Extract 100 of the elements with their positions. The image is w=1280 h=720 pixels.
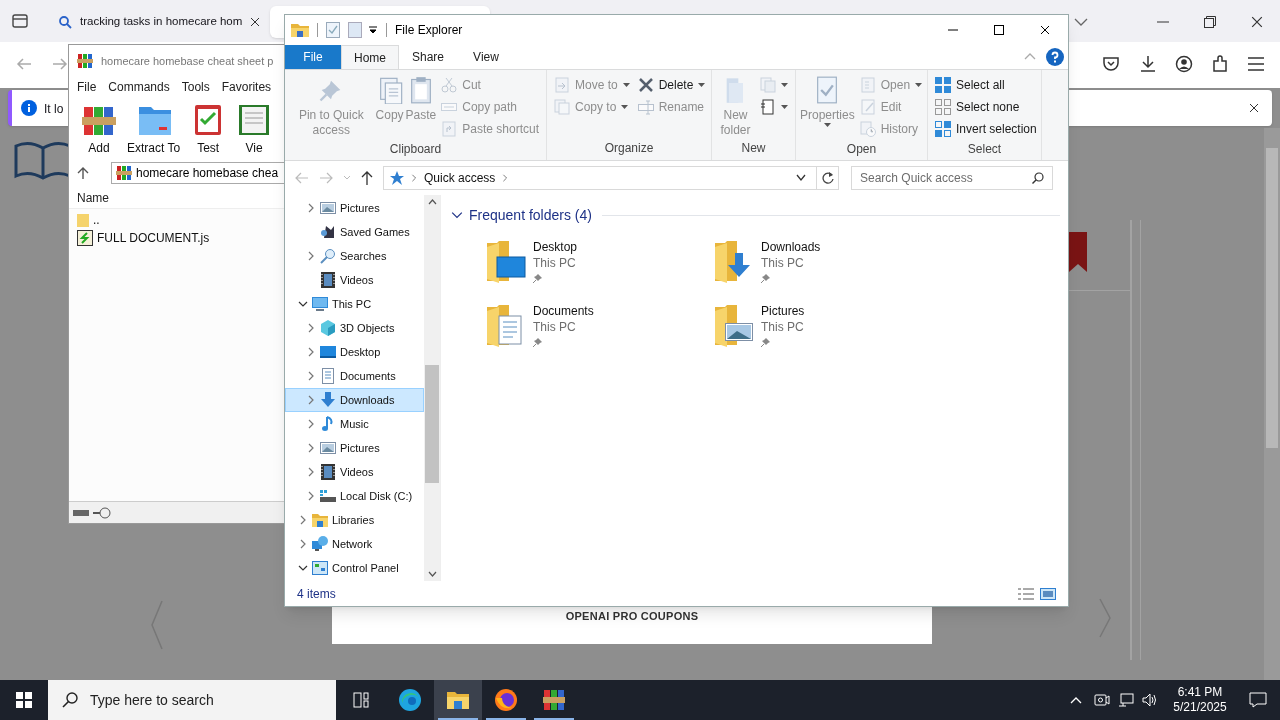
toolbar-button[interactable]: Test	[190, 101, 227, 157]
chevron-right-icon[interactable]	[298, 515, 308, 525]
dropdown-icon[interactable]	[796, 174, 806, 182]
up-arrow-icon[interactable]	[77, 167, 89, 179]
chevron-right-icon[interactable]	[298, 539, 308, 549]
film-icon	[320, 464, 336, 480]
volume-icon[interactable]	[1142, 692, 1158, 708]
pocket-icon[interactable]	[1102, 55, 1120, 73]
nav-item[interactable]: Pictures	[285, 196, 424, 220]
ribbon-tab[interactable]: File	[285, 45, 341, 69]
file-row[interactable]: FULL DOCUMENT.js	[69, 229, 218, 247]
nav-item[interactable]: Videos	[285, 268, 424, 292]
nav-item[interactable]: Downloads	[285, 388, 424, 412]
toolbar-button[interactable]: Add	[81, 101, 117, 157]
menu-item[interactable]: Commands	[108, 78, 170, 96]
up-arrow-icon[interactable]	[361, 171, 373, 185]
tab-list-icon[interactable]	[10, 11, 30, 31]
nav-item[interactable]: This PC	[285, 292, 424, 316]
restore-icon[interactable]	[1204, 16, 1216, 28]
nav-item[interactable]: Pictures	[285, 436, 424, 460]
toolbar-button[interactable]: Extract To	[127, 101, 181, 157]
nav-item[interactable]: Documents	[285, 364, 424, 388]
chevron-right-icon[interactable]	[306, 251, 316, 261]
close-icon[interactable]	[250, 17, 261, 27]
file-row[interactable]: ..	[69, 211, 108, 229]
group-header[interactable]: Frequent folders (4)	[469, 204, 592, 226]
clock[interactable]: 6:41 PM 5/21/2025	[1168, 685, 1232, 715]
browser-tab[interactable]: tracking tasks in homecare hom	[46, 6, 268, 38]
tiles-view-icon[interactable]	[1040, 587, 1056, 600]
chevron-right-icon[interactable]	[306, 371, 316, 381]
account-icon[interactable]	[1175, 55, 1193, 73]
folder-tile[interactable]: Pictures This PC	[713, 303, 941, 347]
menu-item[interactable]: Favorites	[221, 78, 272, 96]
nav-item[interactable]: Libraries	[285, 508, 424, 532]
chevron-right-icon[interactable]	[306, 443, 316, 453]
chevron-right-icon[interactable]	[306, 395, 316, 405]
ribbon-tab[interactable]: View	[457, 45, 515, 69]
taskbar-search-field[interactable]: Type here to search	[48, 680, 336, 720]
column-header[interactable]: Name	[77, 188, 109, 207]
folder-tile[interactable]: Desktop This PC	[485, 239, 713, 283]
pin-icon	[533, 337, 543, 347]
ribbon-button[interactable]: Delete	[634, 74, 709, 96]
library-folder-icon	[312, 512, 328, 528]
tab-overflow-icon[interactable]	[1074, 17, 1088, 27]
chevron-right-icon[interactable]	[306, 203, 316, 213]
scrollbar[interactable]	[1264, 128, 1280, 680]
menu-icon[interactable]	[1248, 57, 1264, 71]
search-icon	[1032, 172, 1044, 184]
address-bar[interactable]: Quick access	[383, 166, 839, 190]
desktop-folder-icon	[485, 239, 529, 283]
chevron-right-icon[interactable]	[306, 419, 316, 429]
window-title: homecare homebase cheat sheet p	[101, 53, 274, 69]
scissors-icon	[441, 77, 458, 93]
nav-item[interactable]: Music	[285, 412, 424, 436]
dropdown-icon[interactable]	[368, 25, 378, 35]
nav-item[interactable]: Desktop	[285, 340, 424, 364]
menu-item[interactable]: Tools	[181, 78, 210, 96]
chevron-up-icon[interactable]	[1070, 696, 1082, 704]
chevron-down-icon[interactable]	[451, 209, 463, 221]
close-icon[interactable]	[1249, 103, 1259, 113]
nav-item[interactable]: Saved Games	[285, 220, 424, 244]
help-icon[interactable]	[1046, 48, 1064, 66]
ribbon-button[interactable]: Invert selection	[932, 118, 1040, 140]
ribbon-tab[interactable]: Home	[341, 45, 399, 69]
group-label: Open	[845, 141, 878, 158]
nav-item[interactable]: Network	[285, 532, 424, 556]
close-icon[interactable]	[1251, 16, 1263, 28]
nav-item[interactable]: Control Panel	[285, 556, 424, 580]
chevron-right-icon[interactable]	[306, 323, 316, 333]
fox-browser-icon	[494, 688, 518, 712]
menu-item[interactable]: File	[77, 78, 97, 96]
nav-item[interactable]: Videos	[285, 460, 424, 484]
search-field[interactable]: Search Quick access	[851, 166, 1053, 190]
nav-item[interactable]: Searches	[285, 244, 424, 268]
download-icon[interactable]	[1139, 55, 1157, 73]
nav-item[interactable]: Local Disk (C:)	[285, 484, 424, 508]
toolbar-button[interactable]: Vie	[236, 101, 273, 157]
history-icon	[859, 121, 876, 137]
card-heading: OPENAI PRO COUPONS	[565, 608, 699, 624]
scrollbar[interactable]	[424, 195, 440, 581]
star-icon	[390, 171, 404, 185]
camera-icon[interactable]	[1094, 692, 1110, 708]
status-text: 4 items	[297, 585, 337, 603]
ribbon-tab[interactable]: Share	[399, 45, 457, 69]
folder-tile[interactable]: Downloads This PC	[713, 239, 941, 283]
network-icon[interactable]	[1118, 692, 1134, 708]
chevron-right-icon[interactable]	[306, 347, 316, 357]
puzzle-icon[interactable]	[1211, 55, 1229, 73]
nav-item[interactable]: 3D Objects	[285, 316, 424, 340]
group-label: New	[740, 140, 767, 157]
taskbar-app[interactable]	[434, 680, 482, 720]
search-placeholder: Search Quick access	[860, 170, 973, 187]
folder-tile[interactable]: Documents This PC	[485, 303, 713, 347]
ribbon-button[interactable]: Select none	[932, 96, 1040, 118]
chevron-right-icon[interactable]	[306, 467, 316, 477]
chevron-down-icon[interactable]	[298, 299, 308, 309]
archive-icon	[542, 688, 566, 712]
chevron-down-icon[interactable]	[298, 563, 308, 573]
ribbon-button[interactable]: Select all	[932, 74, 1040, 96]
chevron-right-icon[interactable]	[306, 491, 316, 501]
